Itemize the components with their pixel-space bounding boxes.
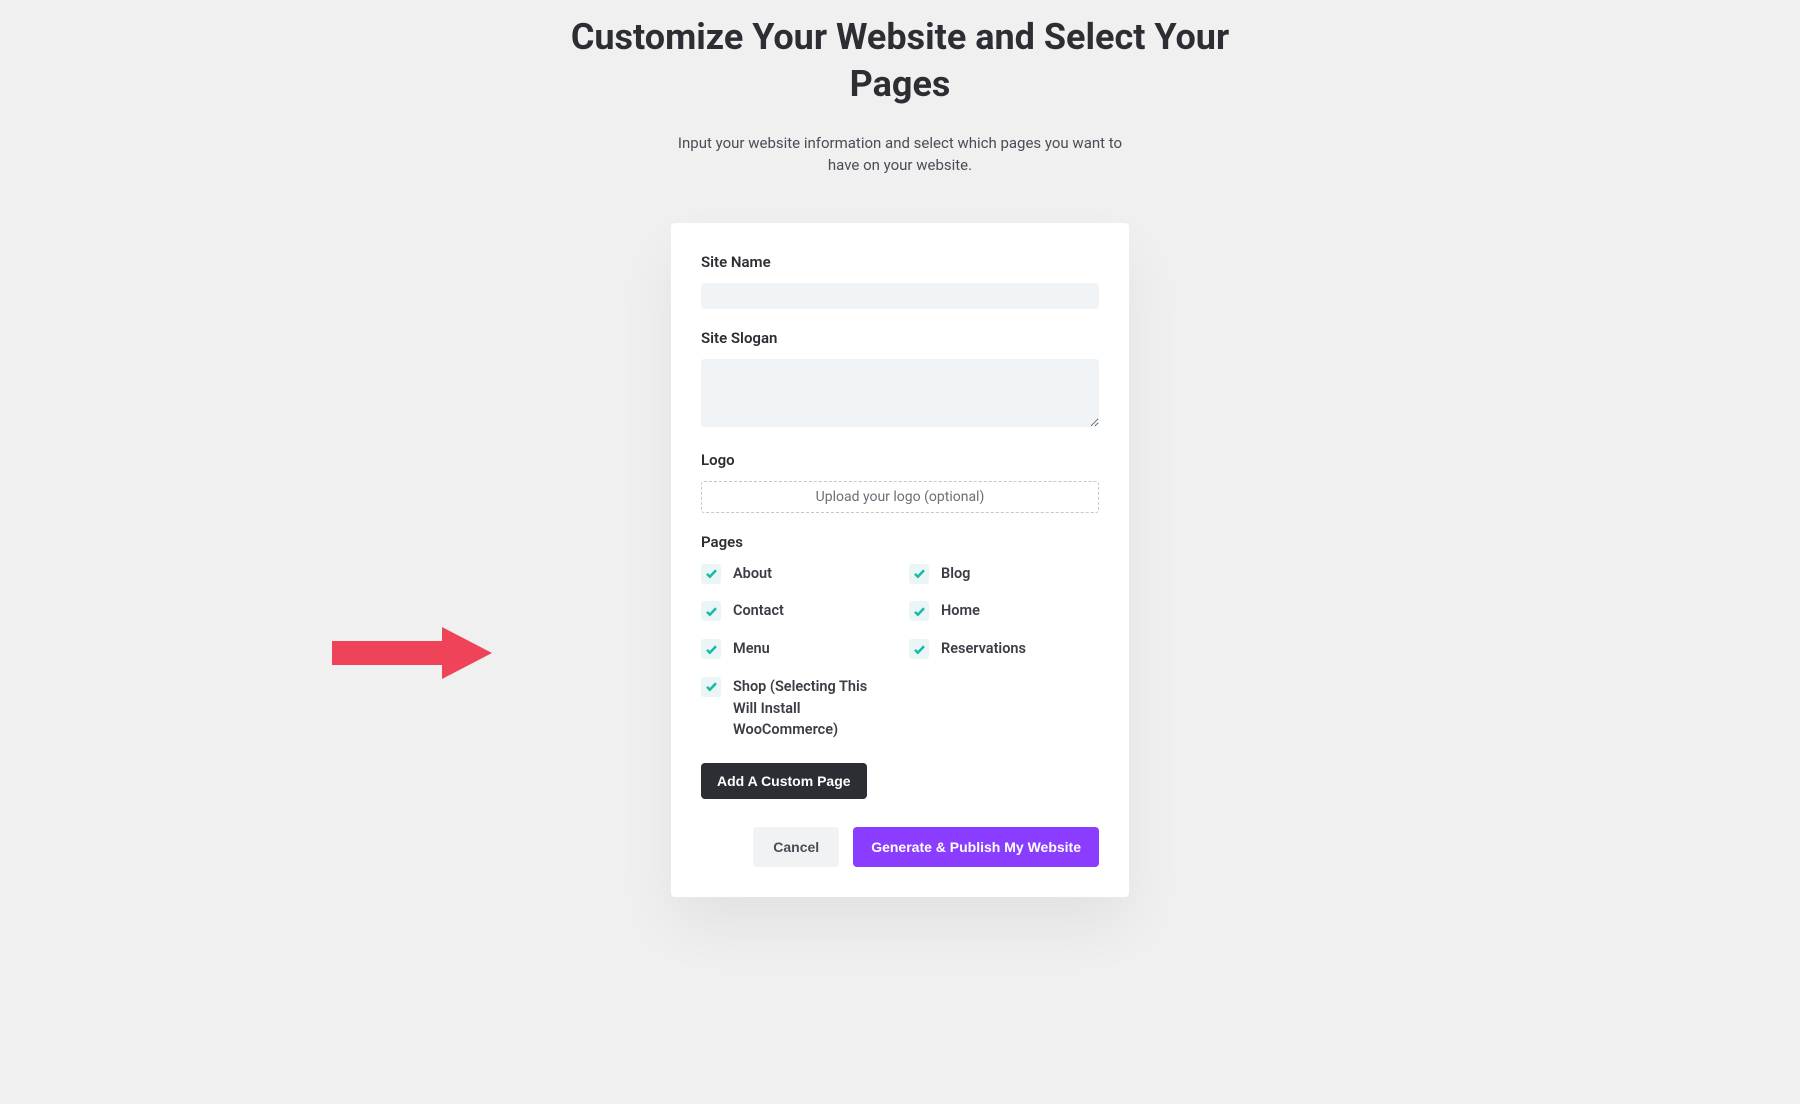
checkbox-home[interactable] [909, 601, 929, 621]
logo-upload[interactable]: Upload your logo (optional) [701, 481, 1099, 513]
site-name-input[interactable] [701, 283, 1099, 309]
check-icon [913, 605, 926, 618]
check-icon [705, 567, 718, 580]
page-item-blog: Blog [909, 563, 1099, 585]
check-icon [913, 643, 926, 656]
page-label-reservations: Reservations [941, 638, 1026, 660]
checkbox-reservations[interactable] [909, 639, 929, 659]
pages-grid: About Blog Contact Home [701, 563, 1099, 742]
annotation-arrow-icon [332, 623, 500, 683]
page-label-menu: Menu [733, 638, 770, 660]
cancel-button[interactable]: Cancel [753, 827, 839, 867]
site-slogan-group: Site Slogan [701, 329, 1099, 431]
pages-label: Pages [701, 533, 1099, 551]
page-title: Customize Your Website and Select Your P… [550, 0, 1250, 108]
checkbox-shop[interactable] [701, 677, 721, 697]
logo-group: Logo Upload your logo (optional) [701, 451, 1099, 513]
site-name-label: Site Name [701, 253, 1099, 271]
site-name-group: Site Name [701, 253, 1099, 309]
page-label-blog: Blog [941, 563, 970, 585]
site-slogan-label: Site Slogan [701, 329, 1099, 347]
page-item-about: About [701, 563, 891, 585]
page-label-shop: Shop (Selecting This Will Install WooCom… [733, 676, 891, 741]
pages-group: Pages About Blog Contact [701, 533, 1099, 800]
checkbox-about[interactable] [701, 564, 721, 584]
page-subtitle: Input your website information and selec… [665, 132, 1135, 177]
page-item-shop: Shop (Selecting This Will Install WooCom… [701, 676, 891, 741]
site-slogan-input[interactable] [701, 359, 1099, 427]
add-custom-page-button[interactable]: Add A Custom Page [701, 763, 867, 799]
customize-card: Site Name Site Slogan Logo Upload your l… [671, 223, 1129, 898]
page-label-home: Home [941, 600, 980, 622]
checkbox-menu[interactable] [701, 639, 721, 659]
page-item-home: Home [909, 600, 1099, 622]
logo-label: Logo [701, 451, 1099, 469]
check-icon [705, 680, 718, 693]
check-icon [913, 567, 926, 580]
publish-button[interactable]: Generate & Publish My Website [853, 827, 1099, 867]
checkbox-contact[interactable] [701, 601, 721, 621]
form-actions: Cancel Generate & Publish My Website [701, 827, 1099, 867]
check-icon [705, 605, 718, 618]
page-label-about: About [733, 563, 772, 585]
check-icon [705, 643, 718, 656]
page-item-contact: Contact [701, 600, 891, 622]
page-label-contact: Contact [733, 600, 784, 622]
page-item-menu: Menu [701, 638, 891, 660]
page-item-reservations: Reservations [909, 638, 1099, 660]
checkbox-blog[interactable] [909, 564, 929, 584]
